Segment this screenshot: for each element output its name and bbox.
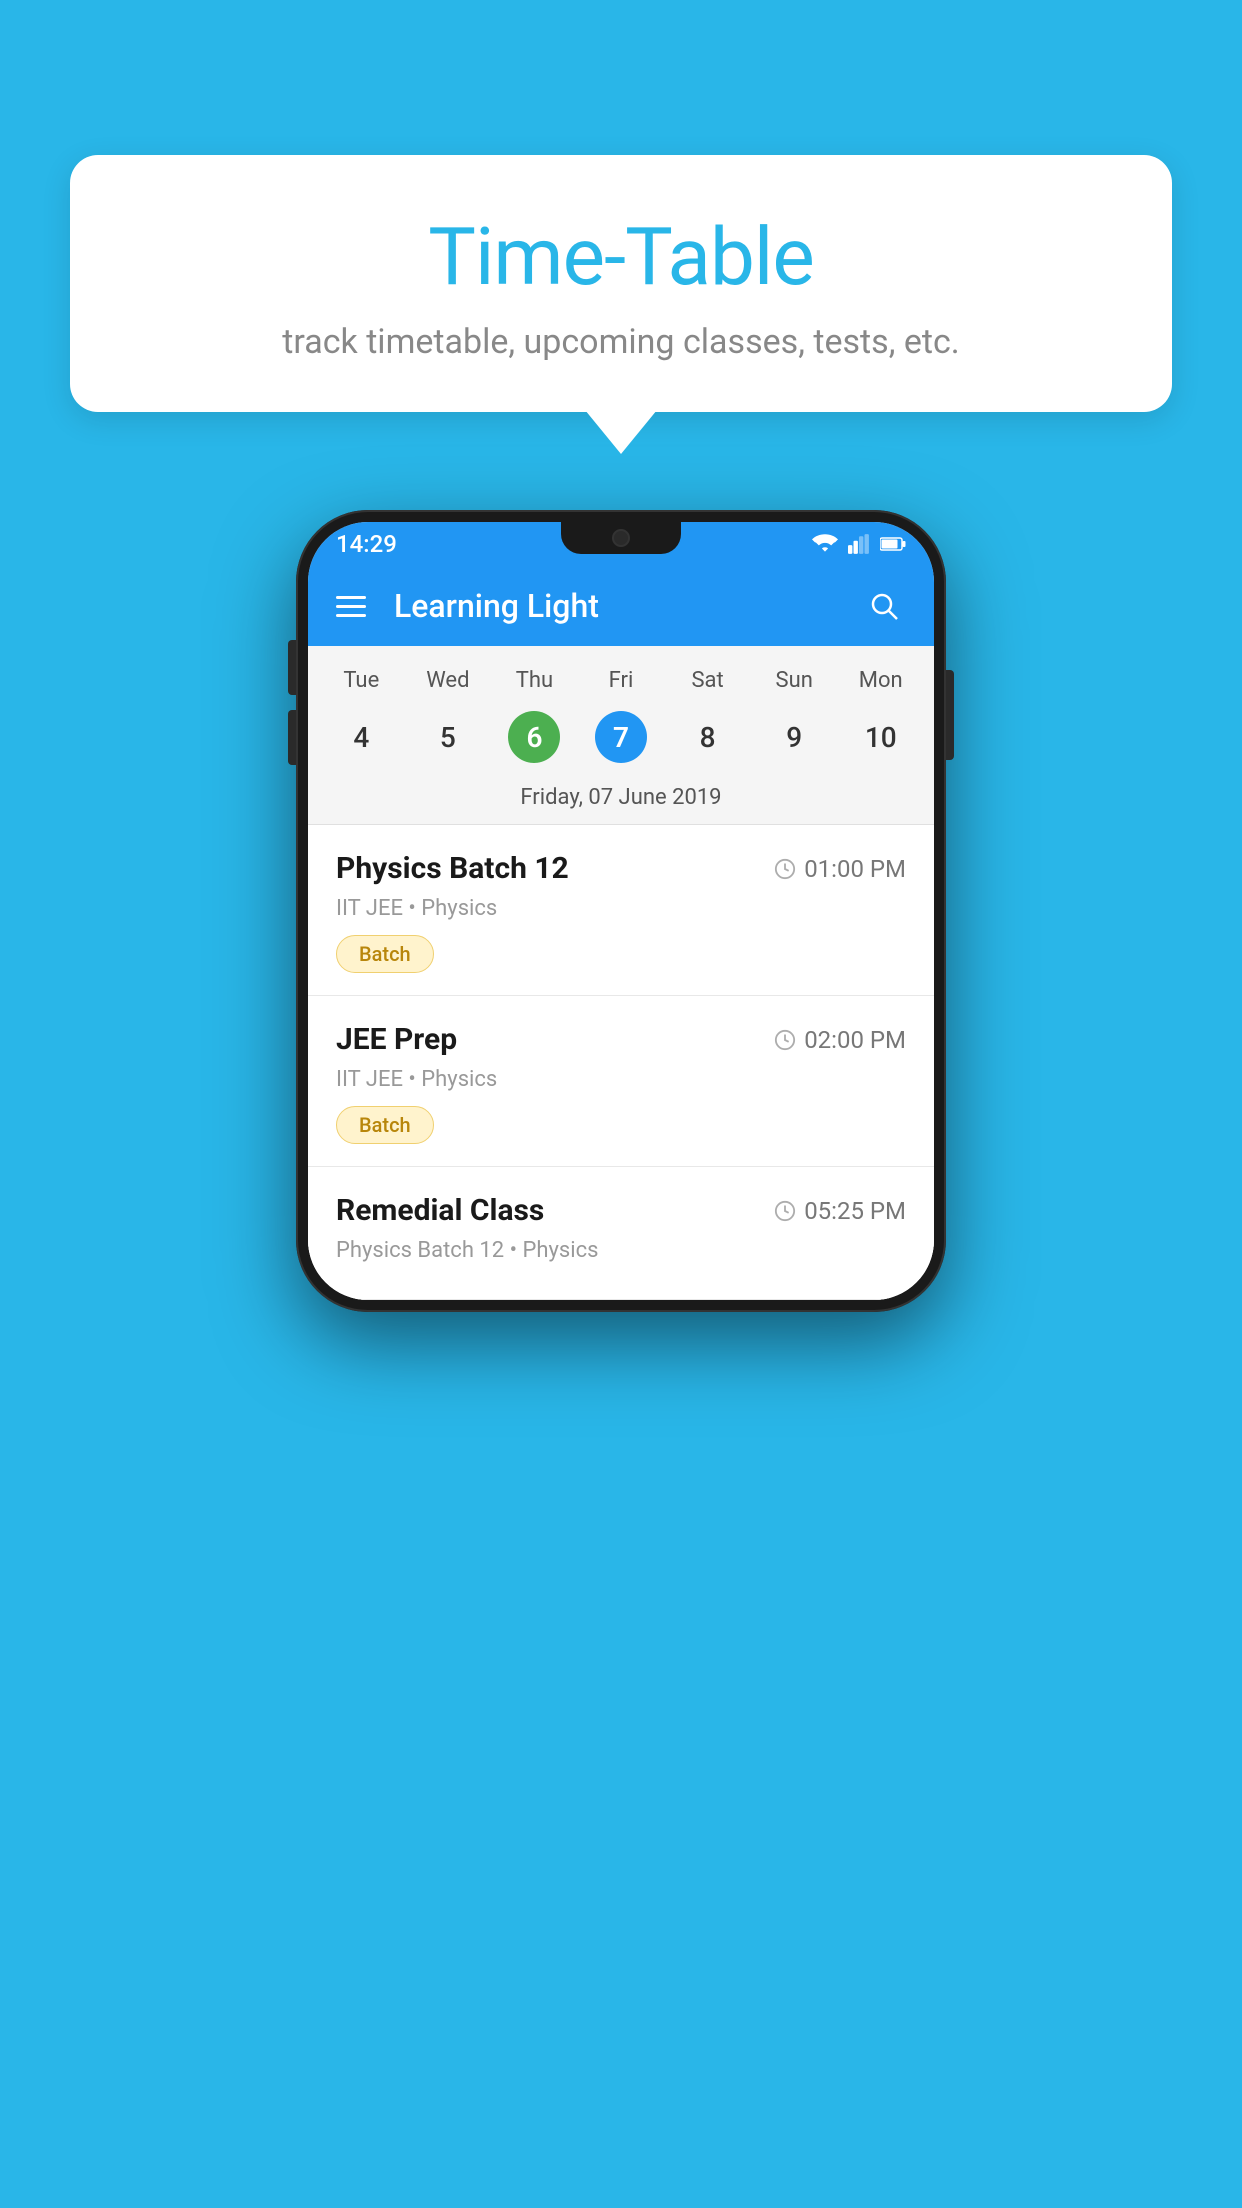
- day-circle-6: 6: [508, 711, 560, 763]
- day-name-thu[interactable]: Thu: [491, 662, 578, 699]
- status-time: 14:29: [336, 530, 397, 558]
- power-button: [946, 670, 954, 760]
- volume-down-button: [288, 710, 296, 765]
- schedule-item-2-time: 02:00 PM: [774, 1026, 906, 1054]
- schedule-item-1-time-label: 01:00 PM: [804, 855, 906, 883]
- wifi-icon: [812, 534, 838, 554]
- status-icons: [812, 534, 906, 554]
- day-name-sat[interactable]: Sat: [664, 662, 751, 699]
- phone-camera: [612, 529, 630, 547]
- schedule-item-2[interactable]: JEE Prep 02:00 PM IIT JEE • Physics Batc…: [308, 996, 934, 1167]
- schedule-item-3-time-label: 05:25 PM: [804, 1197, 906, 1225]
- volume-up-button: [288, 640, 296, 695]
- app-bar: Learning Light: [308, 566, 934, 646]
- day-7[interactable]: 7: [578, 703, 665, 771]
- hamburger-line-3: [336, 614, 366, 617]
- day-name-fri[interactable]: Fri: [578, 662, 665, 699]
- phone-frame: 14:29: [296, 510, 946, 1312]
- schedule-item-3-time: 05:25 PM: [774, 1197, 906, 1225]
- schedule-list: Physics Batch 12 01:00 PM IIT JEE • Phys…: [308, 825, 934, 1300]
- app-title: Learning Light: [394, 587, 862, 625]
- day-circle-7: 7: [595, 711, 647, 763]
- day-4[interactable]: 4: [318, 703, 405, 771]
- schedule-item-1-title: Physics Batch 12: [336, 851, 569, 886]
- phone-notch: [561, 522, 681, 554]
- clock-icon-2: [774, 1029, 796, 1051]
- speech-bubble-subtitle: track timetable, upcoming classes, tests…: [120, 322, 1122, 362]
- day-numbers-row: 4 5 6 7 8 9 10: [308, 703, 934, 771]
- calendar-strip: Tue Wed Thu Fri Sat Sun Mon 4 5 6 7: [308, 646, 934, 825]
- schedule-item-1-header: Physics Batch 12 01:00 PM: [336, 851, 906, 886]
- schedule-item-1-time: 01:00 PM: [774, 855, 906, 883]
- speech-bubble: Time-Table track timetable, upcoming cla…: [70, 155, 1172, 412]
- day-name-sun[interactable]: Sun: [751, 662, 838, 699]
- clock-icon-3: [774, 1200, 796, 1222]
- hamburger-line-1: [336, 596, 366, 599]
- schedule-item-3-header: Remedial Class 05:25 PM: [336, 1193, 906, 1228]
- schedule-item-2-header: JEE Prep 02:00 PM: [336, 1022, 906, 1057]
- clock-icon-1: [774, 858, 796, 880]
- phone-screen: 14:29: [308, 522, 934, 1300]
- schedule-item-2-title: JEE Prep: [336, 1022, 457, 1057]
- day-name-wed[interactable]: Wed: [405, 662, 492, 699]
- schedule-item-3[interactable]: Remedial Class 05:25 PM Physics Batch 12…: [308, 1167, 934, 1300]
- schedule-item-1[interactable]: Physics Batch 12 01:00 PM IIT JEE • Phys…: [308, 825, 934, 996]
- menu-button[interactable]: [336, 596, 366, 617]
- day-5[interactable]: 5: [405, 703, 492, 771]
- day-name-mon[interactable]: Mon: [837, 662, 924, 699]
- day-name-tue[interactable]: Tue: [318, 662, 405, 699]
- day-6[interactable]: 6: [491, 703, 578, 771]
- schedule-item-3-subtitle: Physics Batch 12 • Physics: [336, 1238, 906, 1263]
- schedule-item-1-tag: Batch: [336, 935, 434, 973]
- search-button[interactable]: [862, 584, 906, 628]
- day-9[interactable]: 9: [751, 703, 838, 771]
- schedule-item-2-time-label: 02:00 PM: [804, 1026, 906, 1054]
- day-8[interactable]: 8: [664, 703, 751, 771]
- battery-icon: [880, 534, 906, 554]
- search-icon: [869, 591, 899, 621]
- day-10[interactable]: 10: [837, 703, 924, 771]
- day-names-row: Tue Wed Thu Fri Sat Sun Mon: [308, 662, 934, 699]
- phone-container: 14:29: [296, 510, 946, 1312]
- selected-date-label: Friday, 07 June 2019: [308, 777, 934, 825]
- signal-icon: [848, 534, 870, 554]
- schedule-item-3-title: Remedial Class: [336, 1193, 544, 1228]
- hamburger-line-2: [336, 605, 366, 608]
- schedule-item-1-subtitle: IIT JEE • Physics: [336, 896, 906, 921]
- speech-bubble-title: Time-Table: [120, 210, 1122, 304]
- schedule-item-2-tag: Batch: [336, 1106, 434, 1144]
- schedule-item-2-subtitle: IIT JEE • Physics: [336, 1067, 906, 1092]
